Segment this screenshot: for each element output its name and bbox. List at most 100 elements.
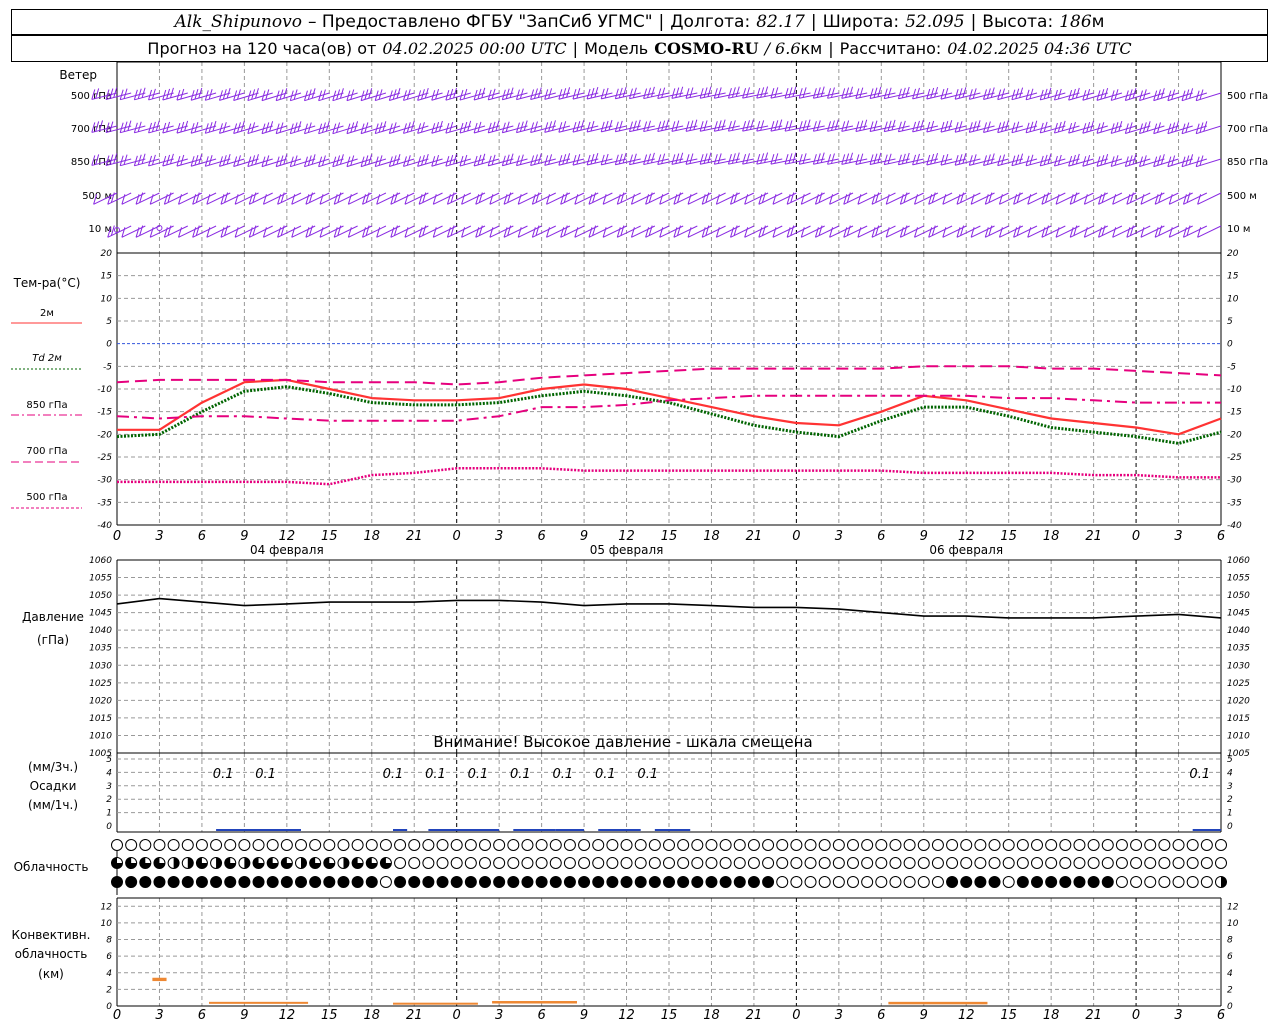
wind-barb-shaft xyxy=(714,125,740,132)
wind-barb-flag xyxy=(636,119,641,131)
cloud-cover-icon xyxy=(139,876,152,888)
wind-barb xyxy=(1126,192,1151,205)
wind-barb-flag xyxy=(586,121,591,133)
wind-barb-shaft xyxy=(786,192,811,205)
wind-barb-shaft xyxy=(799,92,825,99)
wind-barb-shaft xyxy=(503,192,528,205)
cloud-clear-icon xyxy=(931,839,944,851)
wind-barb-shaft xyxy=(742,158,769,165)
cloud-cover-icon xyxy=(1115,876,1128,888)
cloud-cover-icon xyxy=(153,839,166,851)
cloud-overcast-icon xyxy=(436,876,449,888)
wind-barb-flag xyxy=(798,121,803,132)
cloud-clear-icon xyxy=(365,839,378,851)
wind-barb-flag xyxy=(572,88,577,100)
cloud-overcast-icon xyxy=(195,876,208,888)
cloud-overcast-icon xyxy=(549,876,562,888)
cloud-cover-icon xyxy=(677,857,690,869)
wind-barb-shaft xyxy=(714,158,740,165)
wind-barb-shaft xyxy=(205,158,231,167)
pressure-warning: Внимание! Высокое давление - шкала смеще… xyxy=(433,733,812,751)
wind-barb-shaft xyxy=(220,225,245,238)
cloud-half-icon xyxy=(1221,876,1227,888)
wind-barb-shaft xyxy=(431,92,457,101)
temp-tick-label: 15 xyxy=(101,272,113,282)
wind-barb-flag xyxy=(859,153,864,164)
wind-barb-flag xyxy=(558,122,563,133)
wind-barb-flag xyxy=(784,88,789,99)
wind-barb-shaft xyxy=(855,125,882,132)
wind-barb xyxy=(645,192,670,205)
conv-tick-label: 6 xyxy=(106,952,112,962)
wind-barb-shaft xyxy=(728,158,755,165)
wind-barb-shaft xyxy=(276,158,302,168)
cloud-cover-icon xyxy=(224,839,237,851)
cloud-cover-icon xyxy=(818,839,831,851)
cloud-overcast-icon xyxy=(167,876,180,888)
wind-barb-shaft xyxy=(1011,125,1038,134)
wind-barb-flag xyxy=(685,88,690,99)
wind-barb-shaft xyxy=(333,192,358,205)
wind-barb-shaft xyxy=(955,92,981,100)
cloud-cover-icon xyxy=(917,876,930,888)
cloud-cover-icon xyxy=(563,839,576,851)
wind-barb-flag xyxy=(760,153,765,164)
wind-barb-shaft xyxy=(277,192,302,205)
wind-barb-flag xyxy=(968,155,973,166)
wind-barb-flag xyxy=(544,89,549,100)
cloud-clear-icon xyxy=(295,839,307,851)
cloud-clear-icon xyxy=(946,857,959,869)
cloud-clear-icon xyxy=(436,857,449,869)
cloud-cover-icon xyxy=(974,876,987,888)
wind-barb-flag xyxy=(990,153,995,164)
cloud-cover-icon xyxy=(747,857,760,869)
temp-tick-label: 20 xyxy=(1227,249,1239,259)
wind-barb-shaft xyxy=(841,92,868,99)
wind-barb-flag xyxy=(703,87,708,98)
cloud-clear-icon xyxy=(776,857,789,869)
wind-barb xyxy=(673,192,698,205)
hour-label: 6 xyxy=(537,1008,545,1023)
cloud-cover-icon xyxy=(1059,839,1072,851)
cloud-clear-icon xyxy=(1158,839,1171,851)
wind-barb-flag xyxy=(647,120,651,131)
cloud-cover-icon xyxy=(1059,857,1072,869)
wind-barb-shaft xyxy=(955,158,981,166)
wind-barb-flag xyxy=(760,120,765,131)
wind-barb-shaft xyxy=(162,125,188,134)
wind-barb-shaft xyxy=(220,192,245,205)
wind-barb-flag xyxy=(713,121,718,132)
wind-barb-shaft xyxy=(700,92,726,99)
wind-barb-flag xyxy=(997,89,1002,100)
wind-barb-flag xyxy=(940,88,945,100)
cloud-cover-icon xyxy=(111,839,123,851)
cloud-clear-icon xyxy=(875,839,888,851)
wind-barb-shaft xyxy=(1181,158,1207,168)
wind-barb xyxy=(362,225,387,238)
cloud-clear-icon xyxy=(875,876,888,888)
wind-barb xyxy=(192,192,217,205)
cloud-clear-icon xyxy=(1215,839,1227,851)
temp-tick-label: -40 xyxy=(97,521,112,531)
wind-barb-shaft xyxy=(475,192,500,205)
wind-barb-shaft xyxy=(815,192,840,205)
cloud-cover-icon xyxy=(1073,876,1086,888)
wind-barb-flag xyxy=(699,121,704,132)
pressure-tick-label: 1035 xyxy=(89,644,112,654)
cloud-clear-icon xyxy=(493,857,506,869)
wind-barb-flag xyxy=(685,121,690,132)
cloud-cover-icon xyxy=(181,839,194,851)
wind-barb-flag xyxy=(802,120,807,131)
wind-barb-shaft xyxy=(205,92,231,101)
cloud-overcast-icon xyxy=(648,876,661,888)
wind-level-label: 500 гПа xyxy=(71,91,112,102)
legend-label: 2м xyxy=(40,308,54,319)
wind-barb-flag xyxy=(784,154,789,165)
cloud-clear-icon xyxy=(436,839,449,851)
cloud-overcast-icon xyxy=(1101,876,1114,888)
wind-barb-shaft xyxy=(417,158,443,167)
wind-barb-shaft xyxy=(389,125,415,134)
wind-barb-flag xyxy=(972,121,977,132)
wind-barb-flag xyxy=(551,120,556,131)
cloud-cover-icon xyxy=(111,876,123,888)
